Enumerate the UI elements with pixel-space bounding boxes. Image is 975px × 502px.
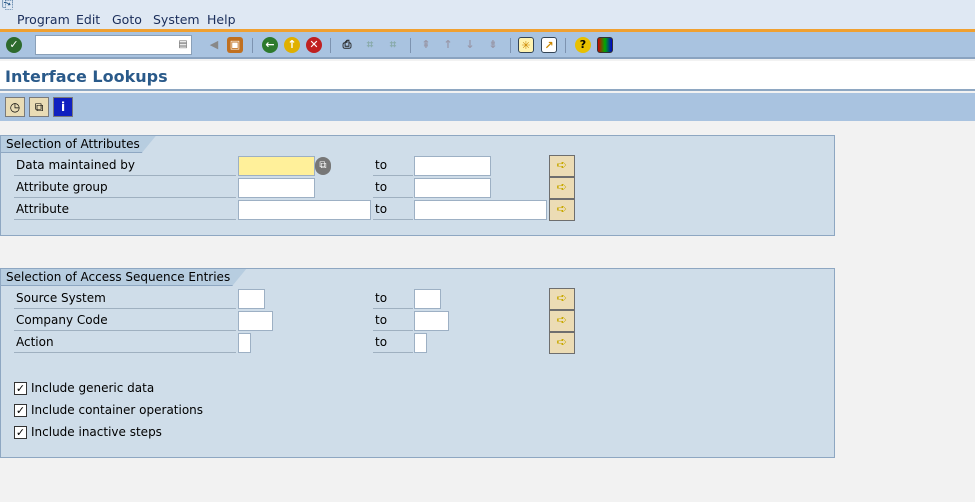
label-attribute-group: Attribute group xyxy=(14,178,236,198)
multiple-selection-button[interactable]: ➪ xyxy=(549,288,575,310)
sap-logo-icon: ⎘ xyxy=(2,0,14,12)
label-to: to xyxy=(373,311,413,331)
group-title: Selection of Access Sequence Entries xyxy=(1,269,246,286)
help-icon[interactable]: ? xyxy=(575,37,591,53)
action-from-input[interactable] xyxy=(238,333,251,353)
group-selection-of-access-sequence-entries: Selection of Access Sequence Entries Sou… xyxy=(0,268,835,458)
label-to: to xyxy=(373,156,413,176)
include-container-operations-label: Include container operations xyxy=(31,403,204,417)
menu-edit[interactable]: Edit xyxy=(76,12,100,27)
label-attribute: Attribute xyxy=(14,200,236,220)
find-icon[interactable]: ⌗ xyxy=(362,37,378,53)
action-to-input[interactable] xyxy=(414,333,427,353)
multiple-selection-button[interactable]: ➪ xyxy=(549,155,575,177)
cancel-icon[interactable]: ✕ xyxy=(306,37,322,53)
attribute-to-input[interactable] xyxy=(414,200,547,220)
shortcut-icon[interactable]: ↗ xyxy=(541,37,557,53)
last-page-icon[interactable]: ⇟ xyxy=(485,37,501,53)
layout-icon[interactable] xyxy=(597,37,613,53)
menu-goto[interactable]: Goto xyxy=(112,12,142,27)
include-inactive-steps-checkbox[interactable]: ✓ xyxy=(14,426,27,439)
menu-help[interactable]: Help xyxy=(207,12,236,27)
attribute-group-from-input[interactable] xyxy=(238,178,315,198)
application-toolbar: ◷ ⧉ i xyxy=(0,93,975,121)
menu-bar: ⎘ Program Edit Goto System Help xyxy=(0,0,975,30)
execute-icon[interactable]: ◷ xyxy=(5,97,25,117)
multiple-selection-button[interactable]: ➪ xyxy=(549,199,575,221)
label-data-maintained-by: Data maintained by xyxy=(14,156,236,176)
back-nav-icon[interactable]: ◀ xyxy=(206,37,222,53)
prev-page-icon[interactable]: ↑ xyxy=(440,37,456,53)
include-generic-data-checkbox[interactable]: ✓ xyxy=(14,382,27,395)
include-generic-data-label: Include generic data xyxy=(31,381,155,395)
multiple-selection-button[interactable]: ➪ xyxy=(549,332,575,354)
label-source-system: Source System xyxy=(14,289,236,309)
command-history-icon[interactable]: ▤ xyxy=(175,37,191,53)
label-to: to xyxy=(373,333,413,353)
include-inactive-steps-label: Include inactive steps xyxy=(31,425,162,439)
source-system-from-input[interactable] xyxy=(238,289,265,309)
system-toolbar: ✓ ▤ ◀ ▣ ← ↑ ✕ ⎙ ⌗ ⌗ ⇞ ↑ ↓ ⇟ ✳ ↗ ? xyxy=(0,32,975,59)
command-field[interactable] xyxy=(35,35,192,55)
label-to: to xyxy=(373,289,413,309)
info-icon[interactable]: i xyxy=(53,97,73,117)
next-page-icon[interactable]: ↓ xyxy=(462,37,478,53)
new-session-icon[interactable]: ✳ xyxy=(518,37,534,53)
value-help-icon[interactable]: ⧉ xyxy=(315,157,331,175)
include-container-operations-checkbox[interactable]: ✓ xyxy=(14,404,27,417)
multiple-selection-button[interactable]: ➪ xyxy=(549,177,575,199)
label-to: to xyxy=(373,178,413,198)
group-title: Selection of Attributes xyxy=(1,136,156,153)
print-icon[interactable]: ⎙ xyxy=(339,37,355,53)
data-maintained-by-from-input[interactable] xyxy=(238,156,315,176)
attribute-from-input[interactable] xyxy=(238,200,371,220)
menu-program[interactable]: Program xyxy=(17,12,70,27)
data-maintained-by-to-input[interactable] xyxy=(414,156,491,176)
multiple-selection-button[interactable]: ➪ xyxy=(549,310,575,332)
company-code-from-input[interactable] xyxy=(238,311,273,331)
page-title: Interface Lookups xyxy=(5,67,168,86)
source-system-to-input[interactable] xyxy=(414,289,441,309)
company-code-to-input[interactable] xyxy=(414,311,449,331)
attribute-group-to-input[interactable] xyxy=(414,178,491,198)
enter-icon[interactable]: ✓ xyxy=(6,37,22,53)
label-to: to xyxy=(373,200,413,220)
first-page-icon[interactable]: ⇞ xyxy=(418,37,434,53)
menu-system[interactable]: System xyxy=(153,12,200,27)
save-icon[interactable]: ▣ xyxy=(227,37,243,53)
label-company-code: Company Code xyxy=(14,311,236,331)
find-next-icon[interactable]: ⌗ xyxy=(385,37,401,53)
label-action: Action xyxy=(14,333,236,353)
exit-icon[interactable]: ↑ xyxy=(284,37,300,53)
group-selection-of-attributes: Selection of Attributes Data maintained … xyxy=(0,135,835,236)
title-bar: Interface Lookups xyxy=(0,61,975,91)
get-variant-icon[interactable]: ⧉ xyxy=(29,97,49,117)
back-icon[interactable]: ← xyxy=(262,37,278,53)
